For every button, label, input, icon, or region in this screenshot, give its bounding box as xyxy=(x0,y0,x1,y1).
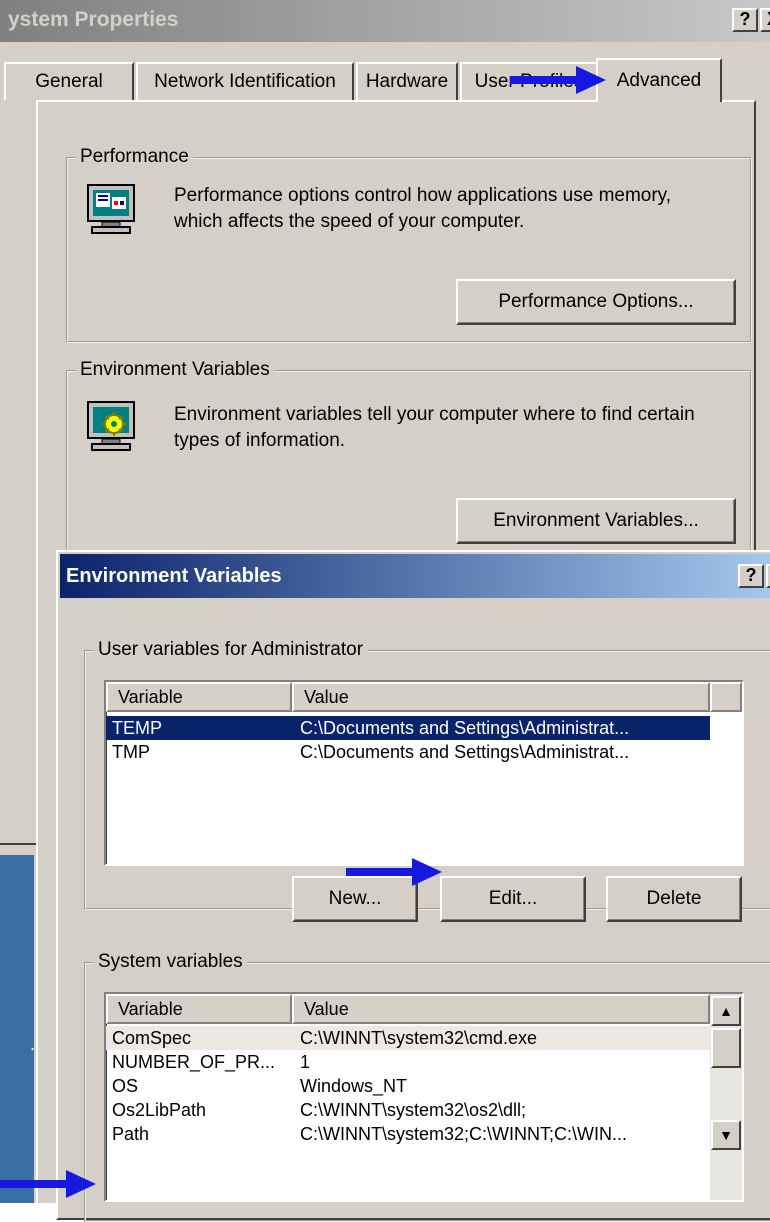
env-dialog-title-bar[interactable]: Environment Variables ? X xyxy=(60,554,770,598)
tab-hardware[interactable]: Hardware xyxy=(356,62,458,100)
close-button[interactable]: X xyxy=(760,8,770,32)
system-properties-title-bar[interactable]: ystem Properties ? X xyxy=(0,0,770,42)
environment-variables-group: Environment Variables Environment variab… xyxy=(66,359,752,570)
performance-options-button[interactable]: Performance Options... xyxy=(456,279,736,325)
table-row[interactable]: Os2LibPath C:\WINNT\system32\os2\dll; xyxy=(106,1098,710,1122)
performance-description-line2: which affects the speed of your computer… xyxy=(174,211,525,232)
user-variables-legend: User variables for Administrator xyxy=(94,639,368,661)
background-window-edge xyxy=(0,855,34,1203)
delete-button[interactable]: Delete xyxy=(606,876,742,922)
system-list-scrollbar[interactable]: ▲ ▼ xyxy=(710,994,742,1200)
env-dialog-title: Environment Variables xyxy=(66,565,282,587)
table-row[interactable]: TEMP C:\Documents and Settings\Administr… xyxy=(106,716,710,740)
system-row-variable: Path xyxy=(112,1124,150,1144)
system-row-value: C:\WINNT\system32\os2\dll; xyxy=(300,1100,527,1120)
blue-arrow-icon xyxy=(510,66,606,94)
system-variables-legend: System variables xyxy=(94,951,247,973)
tab-network-identification[interactable]: Network Identification xyxy=(136,62,354,100)
table-row[interactable]: TMP C:\Documents and Settings\Administra… xyxy=(106,740,710,764)
table-row[interactable]: NUMBER_OF_PR... 1 xyxy=(106,1050,710,1074)
system-row-variable: OS xyxy=(112,1076,139,1096)
system-variables-group: System variables Variable Value ComSpec … xyxy=(84,951,770,1222)
environment-variables-dialog: Environment Variables ? X User variables… xyxy=(56,550,770,1222)
window-title: ystem Properties xyxy=(8,8,179,31)
tab-advanced[interactable]: Advanced xyxy=(596,58,722,102)
performance-description-line1: Performance options control how applicat… xyxy=(174,185,672,206)
system-column-value[interactable]: Value xyxy=(292,994,710,1024)
system-row-value: C:\WINNT\system32;C:\WINNT;C:\WIN... xyxy=(300,1124,627,1144)
edit-button[interactable]: Edit... xyxy=(440,876,586,922)
blue-arrow-icon xyxy=(0,1170,96,1198)
system-column-variable[interactable]: Variable xyxy=(106,994,292,1024)
ellipsis-text: .. xyxy=(30,1034,41,1054)
env-help-button[interactable]: ? xyxy=(738,564,764,588)
user-row-value: C:\Documents and Settings\Administrat... xyxy=(300,742,630,762)
table-row[interactable]: ComSpec C:\WINNT\system32\cmd.exe xyxy=(106,1026,710,1050)
monitor-settings-icon xyxy=(82,398,142,458)
system-row-variable: ComSpec xyxy=(112,1028,192,1048)
blue-arrow-icon xyxy=(346,858,442,886)
performance-group: Performance Performance options control … xyxy=(66,146,752,343)
user-column-value[interactable]: Value xyxy=(292,682,710,712)
environment-description-line1: Environment variables tell your computer… xyxy=(174,404,695,425)
scroll-up-arrow-icon[interactable]: ▲ xyxy=(711,996,741,1026)
user-column-variable[interactable]: Variable xyxy=(106,682,292,712)
user-variables-list[interactable]: Variable Value TEMP C:\Documents and Set… xyxy=(104,680,744,866)
table-row[interactable]: OS Windows_NT xyxy=(106,1074,710,1098)
system-row-variable: NUMBER_OF_PR... xyxy=(112,1052,276,1072)
table-row[interactable]: Path C:\WINNT\system32;C:\WINNT;C:\WIN..… xyxy=(106,1122,710,1146)
scroll-down-arrow-icon[interactable]: ▼ xyxy=(711,1120,741,1150)
env-close-button[interactable]: X xyxy=(766,564,770,588)
system-row-variable: Os2LibPath xyxy=(112,1100,207,1120)
performance-legend: Performance xyxy=(76,146,193,168)
user-row-variable: TEMP xyxy=(112,718,163,738)
system-row-value: 1 xyxy=(300,1052,311,1072)
system-row-value: C:\WINNT\system32\cmd.exe xyxy=(300,1028,538,1048)
environment-legend: Environment Variables xyxy=(76,359,274,381)
environment-variables-button[interactable]: Environment Variables... xyxy=(456,498,736,544)
background-window-divider xyxy=(0,843,36,845)
user-row-variable: TMP xyxy=(112,742,150,762)
user-row-value: C:\Documents and Settings\Administrat... xyxy=(300,718,630,738)
scroll-thumb[interactable] xyxy=(711,1028,741,1068)
system-row-value: Windows_NT xyxy=(300,1076,408,1096)
tab-strip: General Network Identification Hardware … xyxy=(0,58,770,102)
help-button[interactable]: ? xyxy=(732,8,758,32)
environment-description-line2: types of information. xyxy=(174,430,346,451)
user-column-filler xyxy=(710,682,742,712)
tab-general[interactable]: General xyxy=(4,62,134,100)
system-variables-list[interactable]: Variable Value ComSpec C:\WINNT\system32… xyxy=(104,992,744,1202)
monitor-performance-icon xyxy=(82,181,142,241)
